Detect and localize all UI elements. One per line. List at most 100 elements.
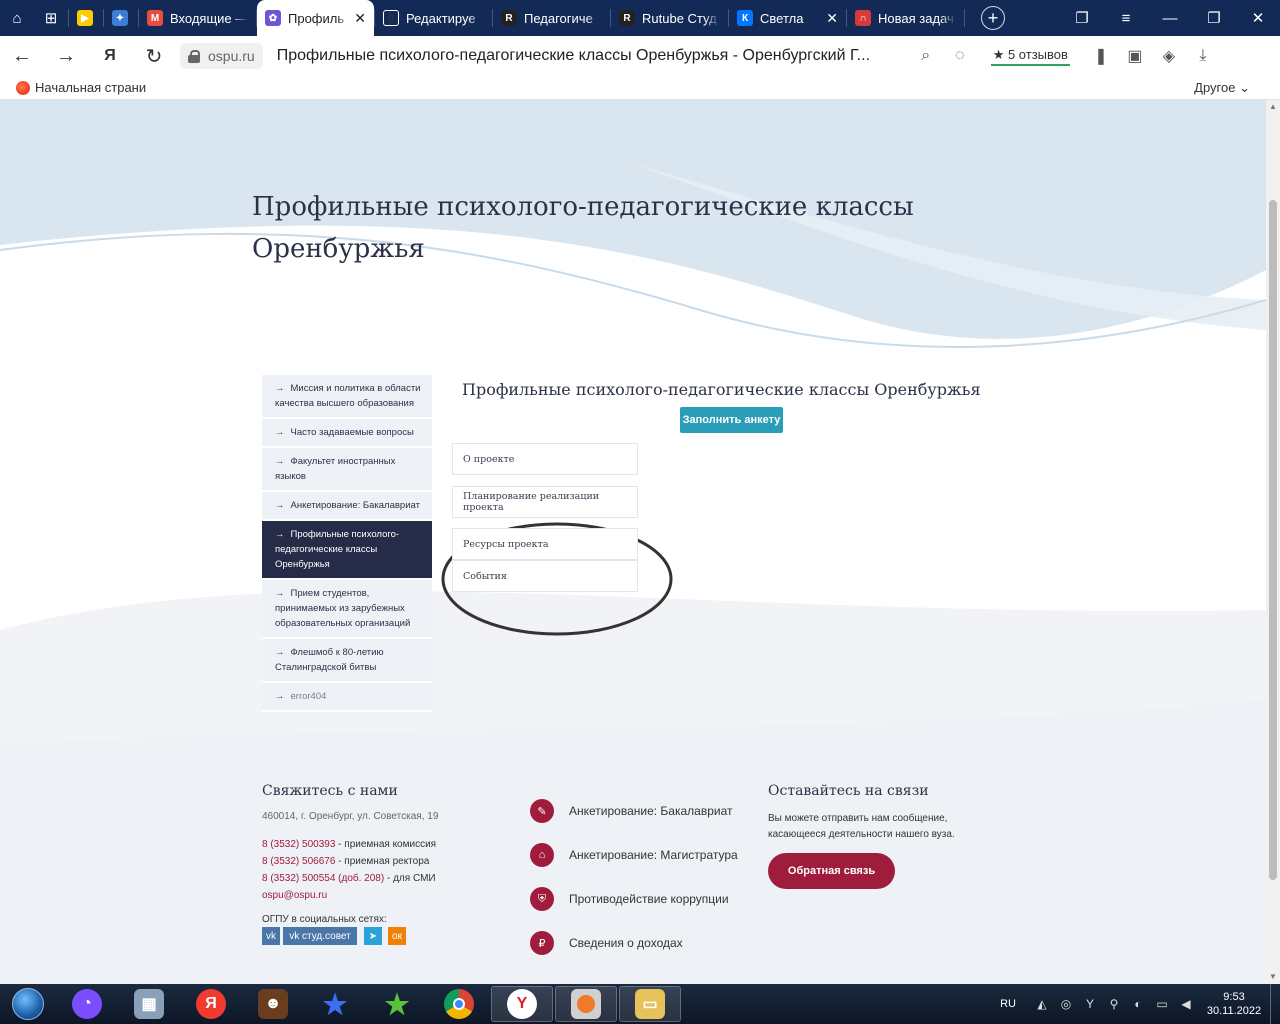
yandex-app-icon: Я	[196, 989, 226, 1019]
vk-label: vk	[266, 930, 276, 942]
blue-star-icon: ★	[322, 988, 348, 1020]
browser-tab[interactable]: К Светла ✕	[729, 0, 846, 36]
odnoklassniki-icon[interactable]: ок	[388, 927, 406, 945]
tab-label: Профиль	[288, 10, 345, 26]
taskbar-chrome[interactable]	[428, 984, 490, 1024]
clock[interactable]: 9:53 30.11.2022	[1198, 990, 1270, 1018]
address-bar: ← → Я ↻ ospu.ru Профильные психолого-пед…	[0, 36, 1280, 76]
yandex-icon[interactable]: Я	[88, 36, 132, 76]
sidebar-item[interactable]: → Анкетирование: Бакалавриат	[262, 492, 432, 521]
taskbar-app-orange[interactable]	[555, 986, 617, 1022]
tab-close-icon[interactable]: ✕	[826, 10, 838, 27]
email-link[interactable]: ospu@ospu.ru	[262, 887, 502, 904]
url-domain[interactable]: ospu.ru	[180, 43, 263, 69]
project-link[interactable]: Ресурсы проекта	[452, 528, 638, 560]
bookmark-home[interactable]: Начальная страни	[16, 80, 146, 95]
yandex-browser-icon: Y	[507, 989, 537, 1019]
taskbar-star-blue[interactable]: ★	[304, 984, 366, 1024]
sidebar-item[interactable]: → Миссия и политика в области качества вы…	[262, 375, 432, 419]
search-page-icon[interactable]: ⌕	[909, 47, 943, 65]
project-link[interactable]: События	[452, 560, 638, 592]
forward-icon[interactable]: →	[44, 36, 88, 76]
bookmark-icon[interactable]: ❚	[1084, 46, 1118, 66]
tray-yandex-icon[interactable]: Y	[1078, 997, 1102, 1011]
arrow-right-icon: →	[275, 647, 285, 658]
tray-icon-1[interactable]: ◭	[1030, 997, 1054, 1011]
url-page-title[interactable]: Профильные психолого-педагогические клас…	[277, 47, 887, 65]
tray-icon-4[interactable]: ⚲	[1102, 997, 1126, 1011]
collections-icon[interactable]: ▣	[1118, 46, 1152, 66]
browser-tab[interactable]: R Педагогиче	[493, 0, 610, 36]
sidebar-item[interactable]: → Флешмоб к 80-летию Сталинградской битвы	[262, 639, 432, 683]
tray-icon-5[interactable]: ◐	[1126, 997, 1150, 1011]
taskbar-explorer[interactable]: ▭	[619, 986, 681, 1022]
feedback-button[interactable]: Обратная связь	[768, 853, 895, 889]
page-scrollbar[interactable]: ▲ ▼	[1266, 100, 1280, 984]
reviews-badge[interactable]: ★ 5 отзывов	[990, 47, 1070, 66]
scroll-up-icon[interactable]: ▲	[1268, 102, 1278, 112]
footer-link-label: Сведения о доходах	[569, 936, 683, 950]
sidebar-item[interactable]: → error404	[262, 683, 432, 712]
footer-link[interactable]: ⛨ Противодействие коррупции	[530, 877, 750, 921]
close-window-icon[interactable]: ✕	[1236, 0, 1280, 36]
network-icon[interactable]: ▭	[1150, 997, 1174, 1011]
browser-tab[interactable]: M Входящие —	[139, 0, 256, 36]
phone-line: 8 (3532) 500554 (доб. 208) - для СМИ	[262, 870, 502, 887]
footer-link[interactable]: ₽ Сведения о доходах	[530, 921, 750, 965]
new-tab-button[interactable]: +	[981, 6, 1005, 30]
taskbar-calculator[interactable]: ▦	[118, 984, 180, 1024]
back-icon[interactable]: ←	[0, 36, 44, 76]
browser-menu-hamburger-icon[interactable]: ≡	[1104, 0, 1148, 36]
fill-form-button[interactable]: Заполнить анкету	[680, 407, 783, 433]
extension-icon[interactable]: ◈	[1152, 46, 1186, 66]
downloads-icon[interactable]: ⤓	[1186, 47, 1220, 65]
scroll-thumb[interactable]	[1269, 200, 1277, 880]
taskbar-star-green[interactable]: ★	[366, 984, 428, 1024]
sidebar-item[interactable]: → Факультет иностранных языков	[262, 448, 432, 492]
protect-icon[interactable]: ◌	[943, 47, 977, 65]
volume-icon[interactable]: ◀	[1174, 997, 1198, 1011]
taskbar-alice[interactable]: ◔	[56, 984, 118, 1024]
browser-tab[interactable]: ✦	[104, 0, 138, 36]
tray-icon-2[interactable]: ◎	[1054, 997, 1078, 1011]
browser-tab[interactable]: ▶	[69, 0, 103, 36]
arrow-right-icon: →	[275, 456, 285, 467]
reload-icon[interactable]: ↻	[132, 36, 176, 76]
telegram-icon[interactable]: ➤	[364, 927, 382, 945]
tabs-list-icon[interactable]: ❐	[1060, 0, 1104, 36]
show-desktop-button[interactable]	[1270, 984, 1280, 1024]
sidebar-item[interactable]: → Часто задаваемые вопросы	[262, 419, 432, 448]
vk-student-council-link[interactable]: vk студ.совет	[283, 927, 357, 945]
bookmark-other[interactable]: Другое ⌄	[1194, 80, 1250, 96]
browser-tab[interactable]: ▯ Редактируе	[375, 0, 492, 36]
tab-close-icon[interactable]: ✕	[354, 10, 366, 27]
footer-link[interactable]: ✎ Анкетирование: Бакалавриат	[530, 789, 750, 833]
phone-number[interactable]: 8 (3532) 500393	[262, 839, 335, 850]
browser-tab[interactable]: R Rutube Студ	[611, 0, 728, 36]
phone-number[interactable]: 8 (3532) 506676	[262, 856, 335, 867]
taskbar-yandex[interactable]: Я	[180, 984, 242, 1024]
project-link[interactable]: Планирование реализации проекта	[452, 486, 638, 518]
phone-number[interactable]: 8 (3532) 500554 (доб. 208)	[262, 873, 384, 884]
restore-icon[interactable]: ❐	[1192, 0, 1236, 36]
taskbar-yandex-browser[interactable]: Y	[491, 986, 553, 1022]
green-star-icon: ★	[384, 988, 410, 1020]
browser-tab[interactable]: ✿ Профиль ✕	[257, 0, 374, 36]
footer-link[interactable]: ⌂ Анкетирование: Магистратура	[530, 833, 750, 877]
social-label: ОГПУ в социальных сетях:	[262, 914, 387, 925]
minimize-icon[interactable]: —	[1148, 0, 1192, 36]
new-tab-group-icon[interactable]: ⊞	[34, 0, 68, 36]
sidebar-item[interactable]: → Профильные психолого-педагогические кла…	[262, 521, 432, 580]
project-link[interactable]: О проекте	[452, 443, 638, 475]
footer-link-label: Противодействие коррупции	[569, 892, 729, 906]
language-indicator[interactable]: RU	[1000, 998, 1016, 1010]
footer-contacts: Свяжитесь с нами 460014, г. Оренбург, ул…	[262, 783, 502, 945]
sidebar-item[interactable]: → Прием студентов, принимаемых из зарубеж…	[262, 580, 432, 639]
browser-tab[interactable]: ∩ Новая задач	[847, 0, 964, 36]
taskbar-game[interactable]: ☻	[242, 984, 304, 1024]
vk-icon[interactable]: vk	[262, 927, 280, 945]
browser-menu-icon[interactable]: ⌂	[0, 0, 34, 36]
start-button[interactable]	[0, 984, 56, 1024]
scroll-down-icon[interactable]: ▼	[1268, 972, 1278, 982]
phone-description: - для СМИ	[384, 873, 436, 884]
